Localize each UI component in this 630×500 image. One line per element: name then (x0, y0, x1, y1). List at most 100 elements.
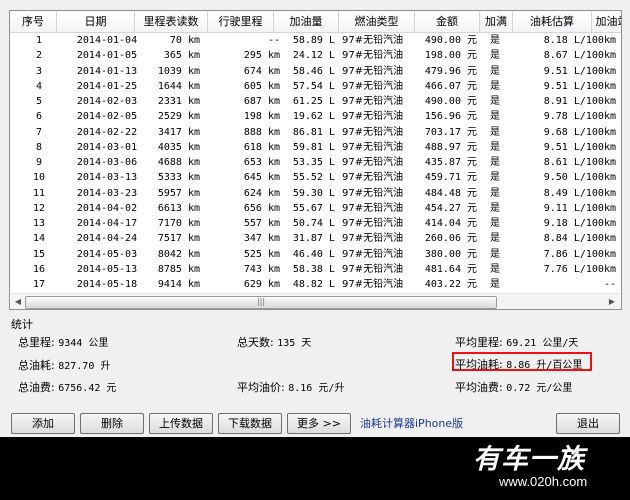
table-row[interactable]: 16 2014-05-13 8785 km 743 km 58.38 L 97#无铅汽油 4… (10, 262, 621, 278)
header-station[interactable]: 加油站 (592, 11, 621, 33)
cell-odometer: 9414 km (157, 279, 200, 290)
cell-amount: 260.06 元 (424, 233, 477, 245)
cell-odometer: 1039 km (157, 65, 200, 77)
cell-full: 是 (490, 35, 500, 46)
scroll-left-icon[interactable]: ◀ (12, 296, 24, 308)
cell-estimate: 8.18 L/100km (543, 35, 616, 46)
table-row[interactable]: 12 2014-04-02 6613 km 656 km 55.67 L 97#无铅汽油 4… (10, 201, 621, 217)
avg-consumption-label: 平均油耗: (455, 358, 503, 371)
header-date[interactable]: 日期 (57, 11, 135, 33)
header-trip[interactable]: 行驶里程 (208, 11, 274, 33)
scroll-right-icon[interactable]: ▶ (606, 296, 618, 308)
cell-estimate: 9.68 L/100km (543, 126, 616, 138)
cell-no: 14 (32, 233, 46, 245)
table-row[interactable]: 7 2014-02-22 3417 km 888 km 86.81 L 97#无铅汽油 70… (10, 125, 621, 141)
header-no[interactable]: 序号 (10, 11, 57, 33)
upload-button[interactable]: 上传数据 (149, 413, 213, 434)
header-estimate[interactable]: 油耗估算 (513, 11, 592, 33)
header-fuel-type[interactable]: 燃油类型 (339, 11, 415, 33)
download-button[interactable]: 下载数据 (218, 413, 282, 434)
total-days-label: 总天数: (237, 336, 274, 349)
cell-full: 是 (490, 111, 500, 123)
cell-trip: 629 km (243, 279, 280, 290)
cell-odometer: 70 km (169, 35, 200, 46)
cell-no: 8 (35, 141, 43, 153)
cell-odometer: 6613 km (157, 202, 200, 214)
cell-fuel: 48.82 L (292, 279, 335, 290)
total-mileage-value: 9344 公里 (58, 338, 109, 349)
header-odometer[interactable]: 里程表读数 (135, 11, 208, 33)
cell-estimate: 8.67 L/100km (543, 50, 616, 62)
cell-trip: 674 km (243, 65, 280, 77)
cell-full: 是 (490, 218, 500, 229)
table-row[interactable]: 14 2014-04-24 7517 km 347 km 31.87 L 97#无铅汽油 2… (10, 231, 621, 247)
table-row[interactable]: 5 2014-02-03 2331 km 687 km 61.25 L 97#无铅汽油 49… (10, 94, 621, 110)
cell-amount: 454.27 元 (424, 202, 477, 214)
cell-date: 2014-01-13 (76, 65, 138, 77)
cell-amount: 481.64 元 (424, 263, 477, 275)
table-row[interactable]: 2 2014-01-05 365 km 295 km 24.12 L 97#无铅汽油 198… (10, 48, 621, 64)
exit-button[interactable]: 退出 (556, 413, 620, 434)
cell-date: 2014-01-25 (76, 80, 138, 92)
cell-date: 2014-03-06 (76, 157, 138, 168)
cell-odometer: 8042 km (157, 248, 200, 260)
table-row[interactable]: 1 2014-01-04 70 km -- 58.89 L 97#无铅汽油 490.00 元… (10, 33, 621, 49)
cell-full: 是 (490, 187, 500, 199)
header-fuel[interactable]: 加油量 (274, 11, 339, 33)
total-fuel-label: 总油耗: (18, 359, 55, 372)
cell-odometer: 4688 km (157, 157, 200, 168)
add-button[interactable]: 添加 (11, 413, 75, 434)
cell-full: 是 (490, 96, 500, 107)
header-amount[interactable]: 金额 (415, 11, 480, 33)
table-row[interactable]: 4 2014-01-25 1644 km 605 km 57.54 L 97#无铅汽油 46… (10, 79, 621, 95)
iphone-app-link[interactable]: 油耗计算器iPhone版 (360, 413, 463, 434)
cell-amount: 459.71 元 (424, 172, 477, 184)
header-full[interactable]: 加满 (480, 11, 513, 33)
scroll-thumb[interactable]: ||| (25, 296, 497, 309)
total-days: 总天数: 135 天 (237, 334, 311, 350)
cell-no: 1 (35, 35, 43, 46)
table-row[interactable]: 17 2014-05-18 9414 km 629 km 48.82 L 97#无铅汽油 4… (10, 277, 621, 293)
table-row[interactable]: 10 2014-03-13 5333 km 645 km 55.52 L 97#无铅汽油 4… (10, 170, 621, 186)
cell-estimate: 9.11 L/100km (543, 202, 616, 214)
table-row[interactable]: 15 2014-05-03 8042 km 525 km 46.40 L 97#无铅汽油 3… (10, 247, 621, 263)
cell-no: 7 (35, 126, 43, 138)
cell-trip: 347 km (243, 233, 280, 245)
cell-odometer: 365 km (163, 50, 200, 62)
cell-full: 是 (490, 233, 500, 245)
cell-no: 3 (35, 65, 43, 77)
cell-date: 2014-03-13 (76, 172, 138, 184)
cell-fuel: 59.81 L (292, 141, 335, 153)
table-header: 序号 日期 里程表读数 行驶里程 加油量 燃油类型 金额 加满 油耗估算 加油站 (10, 11, 621, 33)
table-row[interactable]: 11 2014-03-23 5957 km 624 km 59.30 L 97#无铅汽油 4… (10, 186, 621, 202)
cell-no: 2 (35, 50, 43, 62)
cell-fuel: 58.38 L (292, 263, 335, 275)
cell-odometer: 7170 km (157, 218, 200, 229)
cell-amount: 479.96 元 (424, 65, 477, 77)
delete-button[interactable]: 删除 (80, 413, 144, 434)
cell-estimate: 7.86 L/100km (543, 248, 616, 260)
cell-fuel: 58.89 L (292, 35, 335, 46)
avg-price-label: 平均油价: (237, 381, 285, 394)
table-row[interactable]: 13 2014-04-17 7170 km 557 km 50.74 L 97#无铅汽油 4… (10, 216, 621, 232)
cell-date: 2014-02-05 (76, 111, 138, 123)
cell-trip: 645 km (243, 172, 280, 184)
table-row[interactable]: 3 2014-01-13 1039 km 674 km 58.46 L 97#无铅汽油 47… (10, 64, 621, 80)
cell-estimate: 9.51 L/100km (543, 65, 616, 77)
cell-amount: 156.96 元 (424, 111, 477, 123)
table-row[interactable]: 9 2014-03-06 4688 km 653 km 53.35 L 97#无铅汽油 43… (10, 155, 621, 171)
avg-price-value: 8.16 元/升 (288, 383, 345, 394)
avg-consumption-value: 8.86 升/百公里 (506, 360, 583, 371)
more-button[interactable]: 更多 >> (287, 413, 351, 434)
cell-full: 是 (490, 50, 500, 62)
horizontal-scrollbar[interactable]: ◀ ||| ▶ (11, 293, 620, 309)
total-cost-value: 6756.42 元 (58, 383, 117, 394)
table-row[interactable]: 8 2014-03-01 4035 km 618 km 59.81 L 97#无铅汽油 48… (10, 140, 621, 156)
cell-odometer: 8785 km (157, 263, 200, 275)
cell-date: 2014-05-18 (76, 279, 138, 290)
cell-date: 2014-04-24 (76, 233, 138, 245)
table-row[interactable]: 6 2014-02-05 2529 km 198 km 19.62 L 97#无铅汽油 15… (10, 109, 621, 125)
cell-estimate: 8.84 L/100km (543, 233, 616, 245)
avg-consumption: 平均油耗: 8.86 升/百公里 (455, 356, 582, 372)
cell-fuel: 50.74 L (292, 218, 335, 229)
